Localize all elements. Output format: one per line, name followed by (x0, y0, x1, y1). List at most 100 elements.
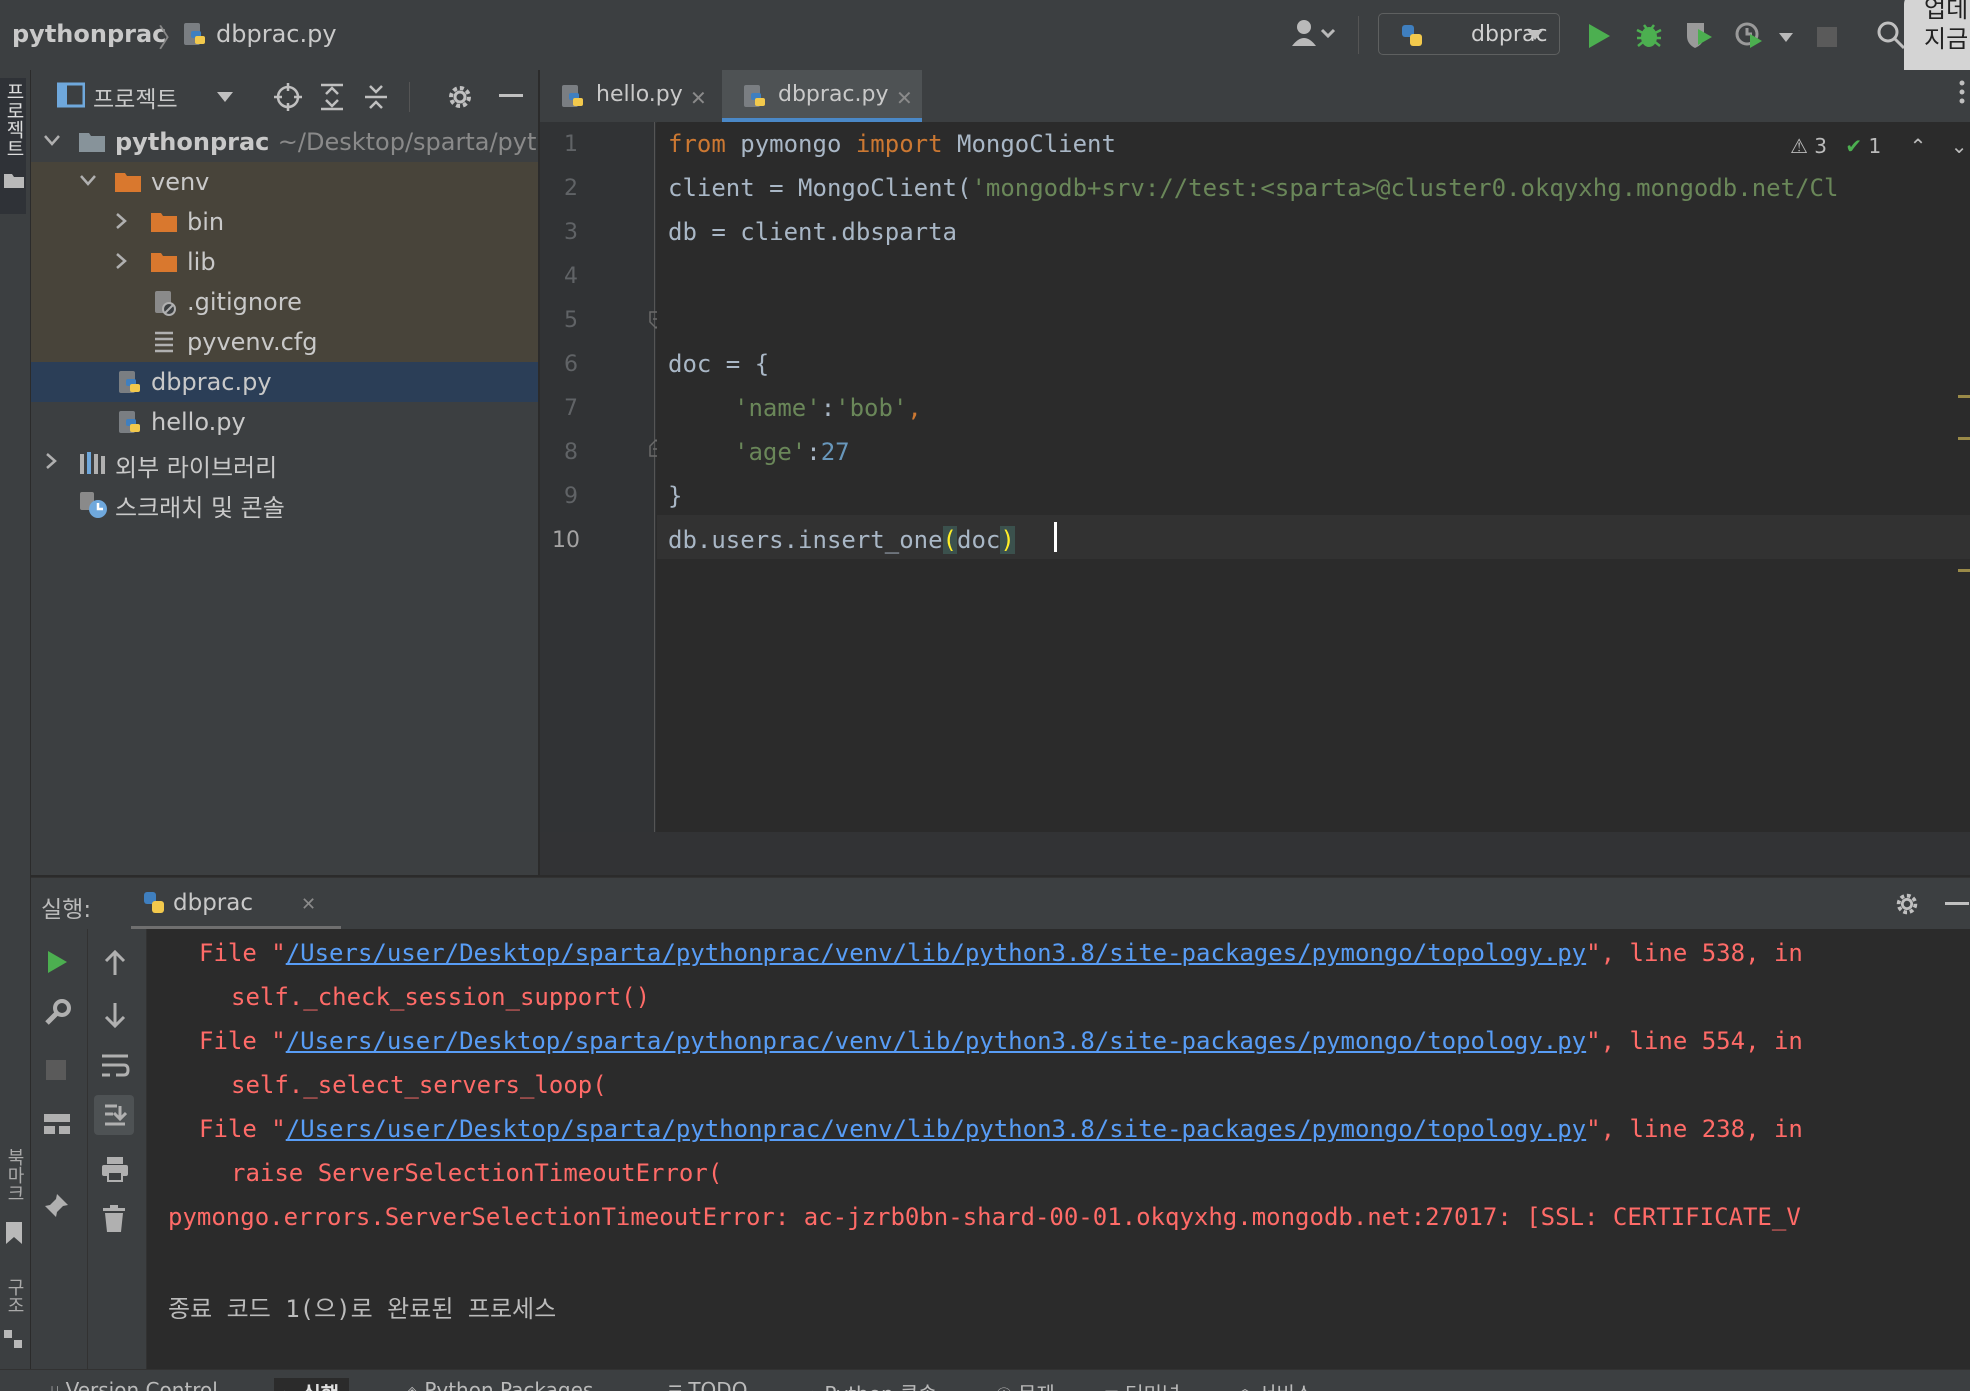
tree-row-scratches[interactable]: 스크래치 및 콘솔 (31, 482, 538, 522)
bookmarks-tool-label[interactable]: 북마크 (1, 1148, 27, 1202)
code-token: : (806, 438, 821, 466)
tree-row-gitignore[interactable]: .gitignore (31, 282, 538, 322)
line-number-current: 10 (552, 528, 580, 553)
arrow-down-icon[interactable] (102, 1001, 128, 1029)
tool-window-button[interactable]: ⓘ문제 (996, 1378, 1055, 1391)
python-file-icon (560, 84, 586, 110)
tree-row-dbprac[interactable]: dbprac.py (31, 362, 538, 402)
code-lines[interactable]: from pymongo import MongoClient client =… (668, 122, 1970, 832)
layout-icon[interactable] (43, 1113, 71, 1135)
code-line-1: from pymongo import MongoClient (668, 130, 1116, 158)
chevron-down-icon (1525, 28, 1545, 42)
stop-icon[interactable] (45, 1059, 67, 1081)
warning-marker[interactable] (1958, 437, 1970, 440)
console-file-link[interactable]: /Users/user/Desktop/sparta/pythonprac/ve… (286, 1027, 1586, 1055)
console-output[interactable]: File "/Users/user/Desktop/sparta/pythonp… (147, 929, 1970, 1369)
run-configuration-select[interactable]: dbprac (1378, 13, 1560, 55)
tab-dbprac-py[interactable]: dbprac.py ✕ (722, 70, 922, 122)
chevron-down-icon[interactable] (215, 90, 235, 104)
console-text: File " (199, 939, 286, 967)
code-token: pymongo (725, 130, 856, 158)
tab-label: hello.py (596, 82, 683, 107)
tree-row-venv[interactable]: venv (31, 162, 538, 202)
tree-row-root[interactable]: pythonprac ~/Desktop/sparta/pyth (31, 122, 538, 162)
run-with-coverage-icon[interactable] (1684, 20, 1714, 50)
warning-marker[interactable] (1958, 569, 1970, 572)
close-icon[interactable]: ✕ (301, 894, 316, 915)
code-token: doc (957, 526, 1001, 554)
gutter-divider (654, 122, 655, 832)
tree-item-label: hello.py (151, 408, 246, 436)
warning-marker[interactable] (1958, 395, 1970, 398)
chevron-down-icon[interactable] (79, 174, 97, 186)
profile-icon[interactable] (1734, 20, 1764, 50)
locate-file-icon[interactable] (273, 82, 303, 112)
wrench-icon[interactable] (43, 999, 71, 1027)
console-file-link[interactable]: /Users/user/Desktop/sparta/pythonprac/ve… (286, 939, 1586, 967)
string-literal: 'age' (734, 438, 807, 466)
tool-window-button[interactable]: ☰TODO (668, 1378, 747, 1391)
line-number: 6 (564, 352, 578, 377)
code-line-8: } (668, 482, 683, 510)
chevron-up-icon[interactable]: ⌃ (1910, 134, 1927, 158)
structure-icon[interactable] (4, 1330, 24, 1350)
more-tabs-icon[interactable] (1958, 80, 1966, 106)
minimize-icon[interactable] (499, 94, 523, 98)
toolbar-divider (409, 82, 410, 112)
debug-icon[interactable] (1634, 20, 1664, 50)
tab-hello-py[interactable]: hello.py ✕ (540, 70, 718, 122)
code-token: , (907, 394, 922, 422)
code-token: : (820, 394, 836, 422)
chevron-right-icon[interactable] (115, 252, 127, 270)
chevron-down-icon[interactable] (1778, 32, 1794, 44)
arrow-up-icon[interactable] (102, 949, 128, 977)
gear-icon[interactable] (445, 82, 475, 112)
print-icon[interactable] (100, 1155, 130, 1183)
folder-icon (4, 172, 24, 188)
tree-row-lib[interactable]: lib (31, 242, 538, 282)
breadcrumb-file[interactable]: dbprac.py (216, 20, 337, 48)
collapse-all-icon[interactable] (361, 82, 391, 112)
warning-icon: ⚠ (1790, 134, 1808, 158)
expand-all-icon[interactable] (317, 82, 347, 112)
tree-item-label: 외부 라이브러리 (115, 454, 278, 482)
chevron-down-icon[interactable] (43, 134, 61, 146)
tree-row-hello[interactable]: hello.py (31, 402, 538, 442)
run-icon[interactable] (1586, 22, 1612, 50)
console-file-link[interactable]: /Users/user/Desktop/sparta/pythonprac/ve… (286, 1115, 1586, 1143)
bookmark-icon[interactable] (4, 1222, 24, 1244)
rerun-icon[interactable] (45, 949, 69, 975)
tree-row-pyvenv[interactable]: pyvenv.cfg (31, 322, 538, 362)
line-number: 1 (564, 132, 578, 157)
trash-icon[interactable] (102, 1205, 126, 1233)
chevron-down-icon[interactable]: ⌄ (1951, 134, 1968, 158)
stop-icon[interactable] (1816, 26, 1838, 48)
user-account-icon[interactable] (1290, 18, 1340, 52)
chevron-right-icon[interactable] (45, 452, 57, 470)
tool-window-button[interactable]: ⑂Version Control (50, 1378, 218, 1391)
run-toolbar-primary (31, 929, 88, 1369)
close-icon[interactable]: ✕ (690, 86, 707, 110)
root-path: ~/Desktop/sparta/pyth (277, 128, 538, 156)
notification-line: 업데 (1924, 0, 1969, 23)
inspection-widget[interactable]: ⚠ 3 ✔ 1 ⌃ ⌄ (1790, 134, 1968, 158)
close-icon[interactable]: ✕ (896, 86, 913, 110)
search-icon[interactable] (1876, 20, 1906, 50)
project-tool-label[interactable]: 프로젝트 (1, 82, 28, 158)
structure-tool-label[interactable]: 구조 (1, 1278, 27, 1314)
chevron-right-icon[interactable] (115, 212, 127, 230)
tree-row-external-libraries[interactable]: 외부 라이브러리 (31, 442, 538, 482)
tree-row-bin[interactable]: bin (31, 202, 538, 242)
tool-window-button-active[interactable]: ▶실행 (274, 1378, 350, 1391)
tool-window-button[interactable]: ◆Python 콘솔 (806, 1378, 937, 1391)
soft-wrap-icon[interactable] (100, 1053, 130, 1079)
tool-window-button[interactable]: ▣터미널 (1104, 1378, 1180, 1391)
scroll-to-end-toggle[interactable] (94, 1095, 134, 1135)
minimize-icon[interactable] (1945, 902, 1969, 906)
tool-window-button[interactable]: ◈Python Packages (406, 1378, 593, 1391)
gear-icon[interactable] (1893, 890, 1921, 918)
breadcrumb-project[interactable]: pythonprac (12, 20, 166, 48)
project-view-select[interactable]: 프로젝트 (93, 80, 178, 114)
pin-icon[interactable] (43, 1191, 71, 1219)
tool-window-button[interactable]: ⬡서비스 (1238, 1378, 1313, 1391)
